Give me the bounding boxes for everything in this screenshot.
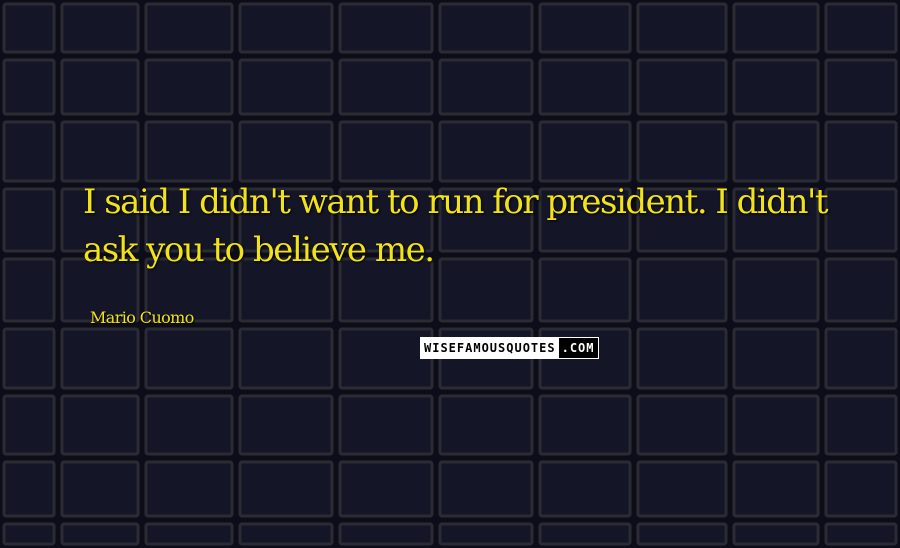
solar-cell [636, 394, 728, 456]
quote-text: I said I didn't want to run for presiden… [83, 182, 828, 270]
solar-cell [144, 120, 234, 183]
solar-cell [538, 120, 632, 183]
solar-cell [438, 58, 534, 116]
solar-cell [732, 58, 820, 116]
solar-cell [338, 120, 434, 183]
solar-cell [824, 327, 898, 390]
solar-cell [60, 2, 140, 54]
solar-cell [60, 460, 140, 518]
solar-cell [732, 120, 820, 183]
solar-cell [238, 522, 334, 546]
solar-cell [636, 522, 728, 546]
solar-cell [338, 394, 434, 456]
watermark-logo: WISEFAMOUSQUOTES .COM [420, 337, 599, 359]
solar-cell [144, 460, 234, 518]
solar-cell [732, 460, 820, 518]
solar-cell [538, 394, 632, 456]
solar-cell [732, 394, 820, 456]
solar-cell [824, 394, 898, 456]
solar-cell [538, 2, 632, 54]
solar-cell [338, 522, 434, 546]
solar-cell [2, 2, 56, 54]
solar-panel-background [0, 0, 900, 548]
solar-cell [338, 460, 434, 518]
solar-cell [732, 327, 820, 390]
solar-cell [2, 187, 56, 253]
solar-cell [2, 460, 56, 518]
solar-cell [824, 58, 898, 116]
solar-cell [636, 58, 728, 116]
solar-cell [238, 460, 334, 518]
solar-cell [438, 522, 534, 546]
solar-cell [438, 2, 534, 54]
solar-cell [636, 460, 728, 518]
solar-cell [60, 522, 140, 546]
solar-cell [144, 522, 234, 546]
solar-cell [144, 2, 234, 54]
solar-cell [2, 327, 56, 390]
solar-cell [238, 394, 334, 456]
watermark-brand: WISEFAMOUSQUOTES [421, 338, 559, 358]
solar-cell [60, 58, 140, 116]
solar-cell [732, 522, 820, 546]
solar-cell [60, 120, 140, 183]
quote-author: Mario Cuomo [90, 308, 194, 327]
solar-cell [438, 120, 534, 183]
solar-cell [824, 2, 898, 54]
solar-cell [824, 460, 898, 518]
solar-cell [60, 394, 140, 456]
solar-cell [238, 58, 334, 116]
solar-cell [338, 58, 434, 116]
solar-cell [2, 120, 56, 183]
solar-cell [538, 522, 632, 546]
solar-cell [144, 394, 234, 456]
solar-cell [238, 120, 334, 183]
quote-card: I said I didn't want to run for presiden… [0, 0, 900, 548]
solar-cell [538, 58, 632, 116]
solar-cell [438, 394, 534, 456]
solar-cell [338, 2, 434, 54]
solar-cell [636, 2, 728, 54]
solar-cell [636, 327, 728, 390]
solar-cell [824, 120, 898, 183]
solar-cell [2, 522, 56, 546]
solar-cell [732, 2, 820, 54]
solar-cell [60, 327, 140, 390]
solar-cell [238, 327, 334, 390]
solar-cell [824, 522, 898, 546]
solar-cell [238, 2, 334, 54]
solar-cell [2, 58, 56, 116]
solar-cell [636, 120, 728, 183]
solar-cell [438, 460, 534, 518]
solar-cell [538, 460, 632, 518]
solar-cell [338, 327, 434, 390]
solar-cell [2, 394, 56, 456]
solar-cell [144, 58, 234, 116]
watermark-domain: .COM [558, 338, 598, 358]
solar-cell [2, 257, 56, 323]
solar-cell [144, 327, 234, 390]
